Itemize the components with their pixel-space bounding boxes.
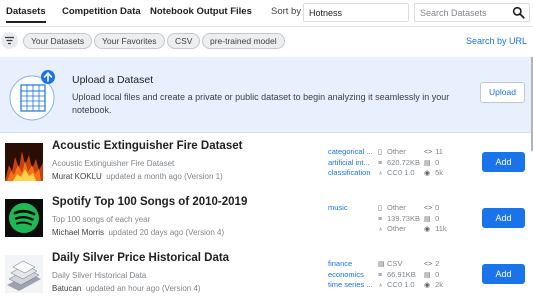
search-input[interactable]: Search Datasets (414, 3, 530, 22)
dataset-title[interactable]: Daily Silver Price Historical Data (52, 252, 229, 264)
tab-competition-data[interactable]: Competition Data (62, 6, 141, 17)
code-icon: <> (424, 261, 433, 268)
upload-illustration (9, 70, 55, 121)
dataset-tag[interactable]: economics (328, 270, 376, 281)
top-bar: Datasets Competition Data Notebook Outpu… (0, 0, 533, 27)
dataset-updated: updated 20 days ago (Version 4) (108, 228, 225, 237)
dataset-tag[interactable]: classification (328, 168, 376, 179)
code-icon: <> (424, 205, 433, 212)
tab-datasets[interactable]: Datasets (6, 6, 46, 23)
license-icon: ♁ (378, 282, 384, 289)
chip-csv[interactable]: CSV (167, 33, 201, 49)
code-count: 2 (435, 259, 440, 268)
dataset-tag[interactable]: time series ... (328, 280, 376, 291)
chip-pre-trained-model[interactable]: pre-trained model (202, 33, 285, 49)
add-button[interactable]: Add (482, 208, 525, 228)
discussion-count: 0 (435, 213, 440, 223)
dataset-meta: Michael Morris updated 20 days ago (Vers… (52, 228, 224, 237)
license: CC0 1.0 (387, 168, 415, 177)
filter-row: Your Datasets Your Favorites CSV pre-tra… (0, 30, 533, 52)
discussion-count: 0 (435, 269, 440, 279)
dataset-author[interactable]: Michael Morris (52, 228, 104, 237)
dataset-title[interactable]: Spotify Top 100 Songs of 2010-2019 (52, 196, 247, 208)
discussion-count: 0 (435, 157, 440, 167)
file-type: Other (387, 203, 406, 212)
search-placeholder: Search Datasets (420, 8, 487, 18)
file-type: CSV (387, 259, 403, 268)
dataset-updated: updated an hour ago (Version 4) (85, 284, 201, 293)
tab-notebook-output-files[interactable]: Notebook Output Files (150, 6, 252, 17)
dataset-row[interactable]: Acoustic Extinguisher Fire Dataset Acous… (0, 137, 533, 185)
header-divider (0, 26, 533, 27)
view-count: 5k (435, 168, 444, 177)
dataset-meta: Murat KOKLU updated a month ago (Version… (52, 172, 223, 181)
dataset-author[interactable]: Batucan (52, 284, 81, 293)
dataset-row[interactable]: Daily Silver Price Historical Data Daily… (0, 249, 533, 297)
eye-icon: ◉ (424, 282, 431, 289)
dataset-row[interactable]: Spotify Top 100 Songs of 2010-2019 Top 1… (0, 193, 533, 241)
dataset-subtitle: Top 100 songs of each year (52, 215, 151, 224)
dataset-subtitle: Acoustic Extinguisher Fire Dataset (52, 159, 175, 168)
fire-thumbnail (5, 143, 43, 181)
dataset-stats: ▯ Other <> 0 ≡ 139.73KB ▤ 0 ♁ Other ◉ 11k (378, 203, 447, 235)
license: Other (387, 224, 406, 233)
upload-dataset-card: Upload a Dataset Upload local files and … (0, 57, 533, 133)
search-icon[interactable] (512, 6, 525, 19)
file-size: 66.91KB (387, 269, 416, 279)
code-count: 11 (435, 147, 443, 156)
file-size: 139.73KB (387, 213, 420, 223)
dataset-meta: Batucan updated an hour ago (Version 4) (52, 284, 201, 293)
eye-icon: ◉ (424, 226, 431, 233)
view-count: 11k (435, 224, 447, 233)
search-by-url-link[interactable]: Search by URL (466, 36, 527, 46)
license-icon: ♁ (378, 170, 384, 177)
add-button[interactable]: Add (482, 152, 525, 172)
dataset-tag[interactable]: finance (328, 259, 376, 270)
upload-button[interactable]: Upload (480, 82, 525, 103)
view-count: 2k (435, 280, 444, 289)
chip-your-datasets[interactable]: Your Datasets (23, 33, 93, 49)
eye-icon: ◉ (424, 170, 431, 177)
dataset-stats: ▯ Other <> 11 ≡ 620.72KB ▤ 0 ♁ CC0 1.0 ◉ 5k (378, 147, 443, 179)
filter-icon[interactable] (1, 32, 18, 49)
chip-your-favorites[interactable]: Your Favorites (94, 33, 165, 49)
dataset-tags: finance economics time series ... (328, 259, 376, 291)
sort-select[interactable]: Hotness (303, 3, 409, 22)
code-icon: <> (424, 149, 433, 156)
upload-title: Upload a Dataset (72, 74, 154, 86)
add-button[interactable]: Add (482, 264, 525, 284)
dataset-tag[interactable]: artificial int... (328, 158, 376, 169)
file-size: 620.72KB (387, 157, 420, 167)
upload-description: Upload local files and create a private … (72, 92, 450, 115)
dataset-tags: categorical ... artificial int... classi… (328, 147, 376, 179)
silver-bars-thumbnail (5, 255, 43, 293)
dataset-stats: ▤ CSV <> 2 ≡ 66.91KB ▤ 0 ♁ CC0 1.0 ◉ 2k (378, 259, 443, 291)
dataset-tag[interactable]: music (328, 203, 376, 214)
license-icon: ♁ (378, 226, 384, 233)
sort-label: Sort by (271, 6, 302, 17)
dataset-subtitle: Daily Silver Historical Data (52, 271, 147, 280)
dataset-author[interactable]: Murat KOKLU (52, 172, 102, 181)
code-count: 0 (435, 203, 440, 212)
dataset-tag[interactable]: categorical ... (328, 147, 376, 158)
dataset-updated: updated a month ago (Version 1) (106, 172, 223, 181)
license: CC0 1.0 (387, 280, 415, 289)
dataset-title[interactable]: Acoustic Extinguisher Fire Dataset (52, 140, 242, 152)
file-type: Other (387, 147, 406, 156)
spotify-logo-icon (5, 199, 43, 237)
dataset-tags: music (328, 203, 376, 214)
